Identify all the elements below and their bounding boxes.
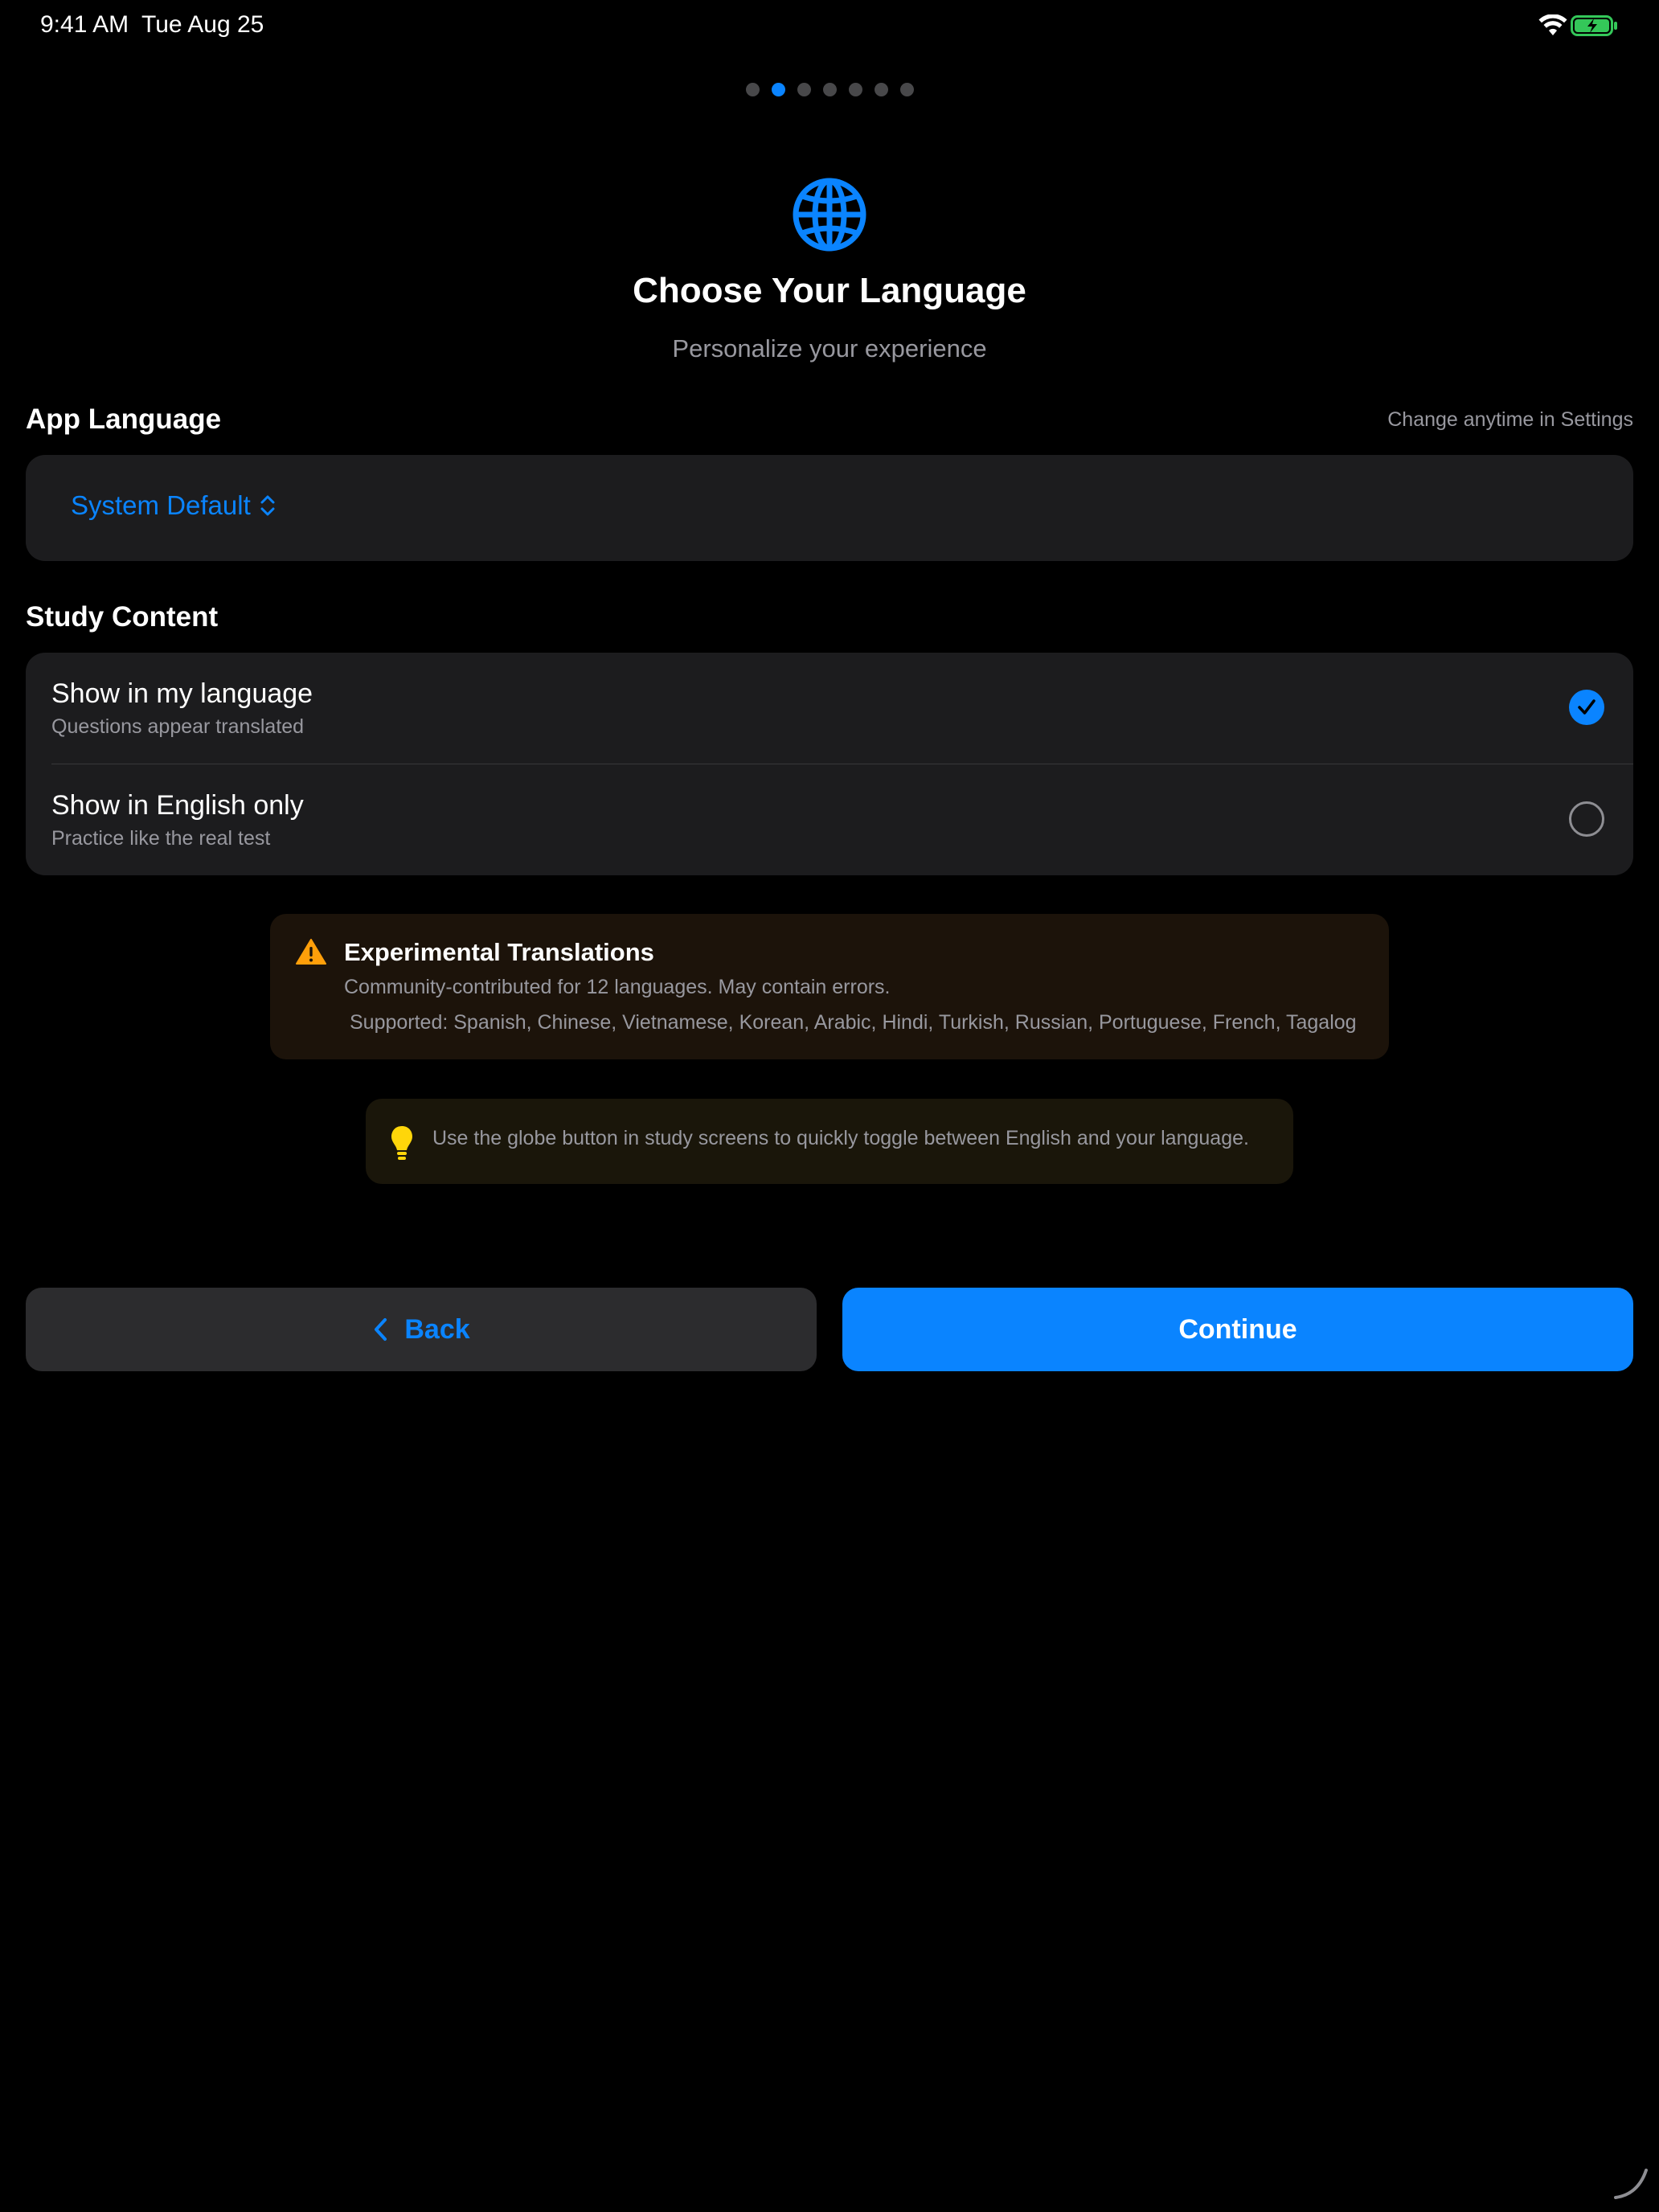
status-date: Tue Aug 25: [141, 11, 264, 38]
page-dot: [874, 83, 888, 96]
resize-handle-icon: [1614, 2169, 1648, 2199]
radio-checked[interactable]: [1569, 690, 1604, 725]
warning-triangle-icon: [296, 939, 326, 965]
page-dot: [745, 83, 760, 96]
language-picker[interactable]: System Default: [71, 490, 276, 521]
status-time: 9:41 AM: [40, 11, 129, 38]
chevron-left-icon: [375, 1318, 387, 1341]
checkmark-icon: [1578, 699, 1596, 715]
onboarding-screen: 9:41 AM Tue Aug 25 Choose Your Language …: [0, 0, 1659, 2212]
notice-description: Community-contributed for 12 languages. …: [344, 976, 891, 998]
page-dot: [797, 83, 811, 96]
study-content-card: Show in my language Questions appear tra…: [26, 653, 1633, 875]
option-subtitle: Questions appear translated: [51, 715, 305, 738]
page-indicator: [0, 83, 1659, 96]
option-show-in-english-only[interactable]: Show in English only Practice like the r…: [26, 764, 1633, 875]
notice-title: Experimental Translations: [344, 938, 654, 966]
page-dot: [848, 83, 862, 96]
experimental-translations-notice: Experimental Translations Community-cont…: [270, 914, 1389, 1059]
page-dot: [822, 83, 837, 96]
option-title: Show in my language: [51, 678, 313, 709]
back-button[interactable]: Back: [26, 1288, 817, 1371]
option-subtitle: Practice like the real test: [51, 827, 271, 850]
chevron-up-down-icon: [260, 495, 275, 516]
page-dot-active: [771, 83, 785, 96]
tip-text: Use the globe button in study screens to…: [432, 1127, 1249, 1149]
option-title: Show in English only: [51, 790, 304, 821]
status-bar: 9:41 AM Tue Aug 25: [0, 0, 1659, 51]
globe-tip: Use the globe button in study screens to…: [366, 1099, 1293, 1184]
app-language-label: App Language: [26, 403, 222, 435]
continue-button[interactable]: Continue: [842, 1288, 1633, 1371]
page-title: Choose Your Language: [633, 271, 1026, 310]
wifi-icon: [1538, 14, 1567, 35]
study-content-label: Study Content: [26, 601, 219, 633]
option-show-in-my-language[interactable]: Show in my language Questions appear tra…: [26, 653, 1633, 764]
battery-charging-icon: [1571, 15, 1617, 36]
radio-unchecked[interactable]: [1569, 801, 1604, 837]
page-dot: [899, 83, 914, 96]
lightbulb-icon: [391, 1126, 412, 1160]
page-subtitle: Personalize your experience: [672, 334, 987, 363]
settings-hint: Change anytime in Settings: [1387, 408, 1633, 431]
app-language-card: System Default: [26, 455, 1633, 561]
language-picker-value: System Default: [71, 490, 251, 520]
continue-button-label: Continue: [1178, 1313, 1297, 1345]
globe-icon: [793, 178, 866, 252]
back-button-label: Back: [404, 1313, 470, 1345]
supported-languages: Supported: Spanish, Chinese, Vietnamese,…: [350, 1011, 1357, 1034]
